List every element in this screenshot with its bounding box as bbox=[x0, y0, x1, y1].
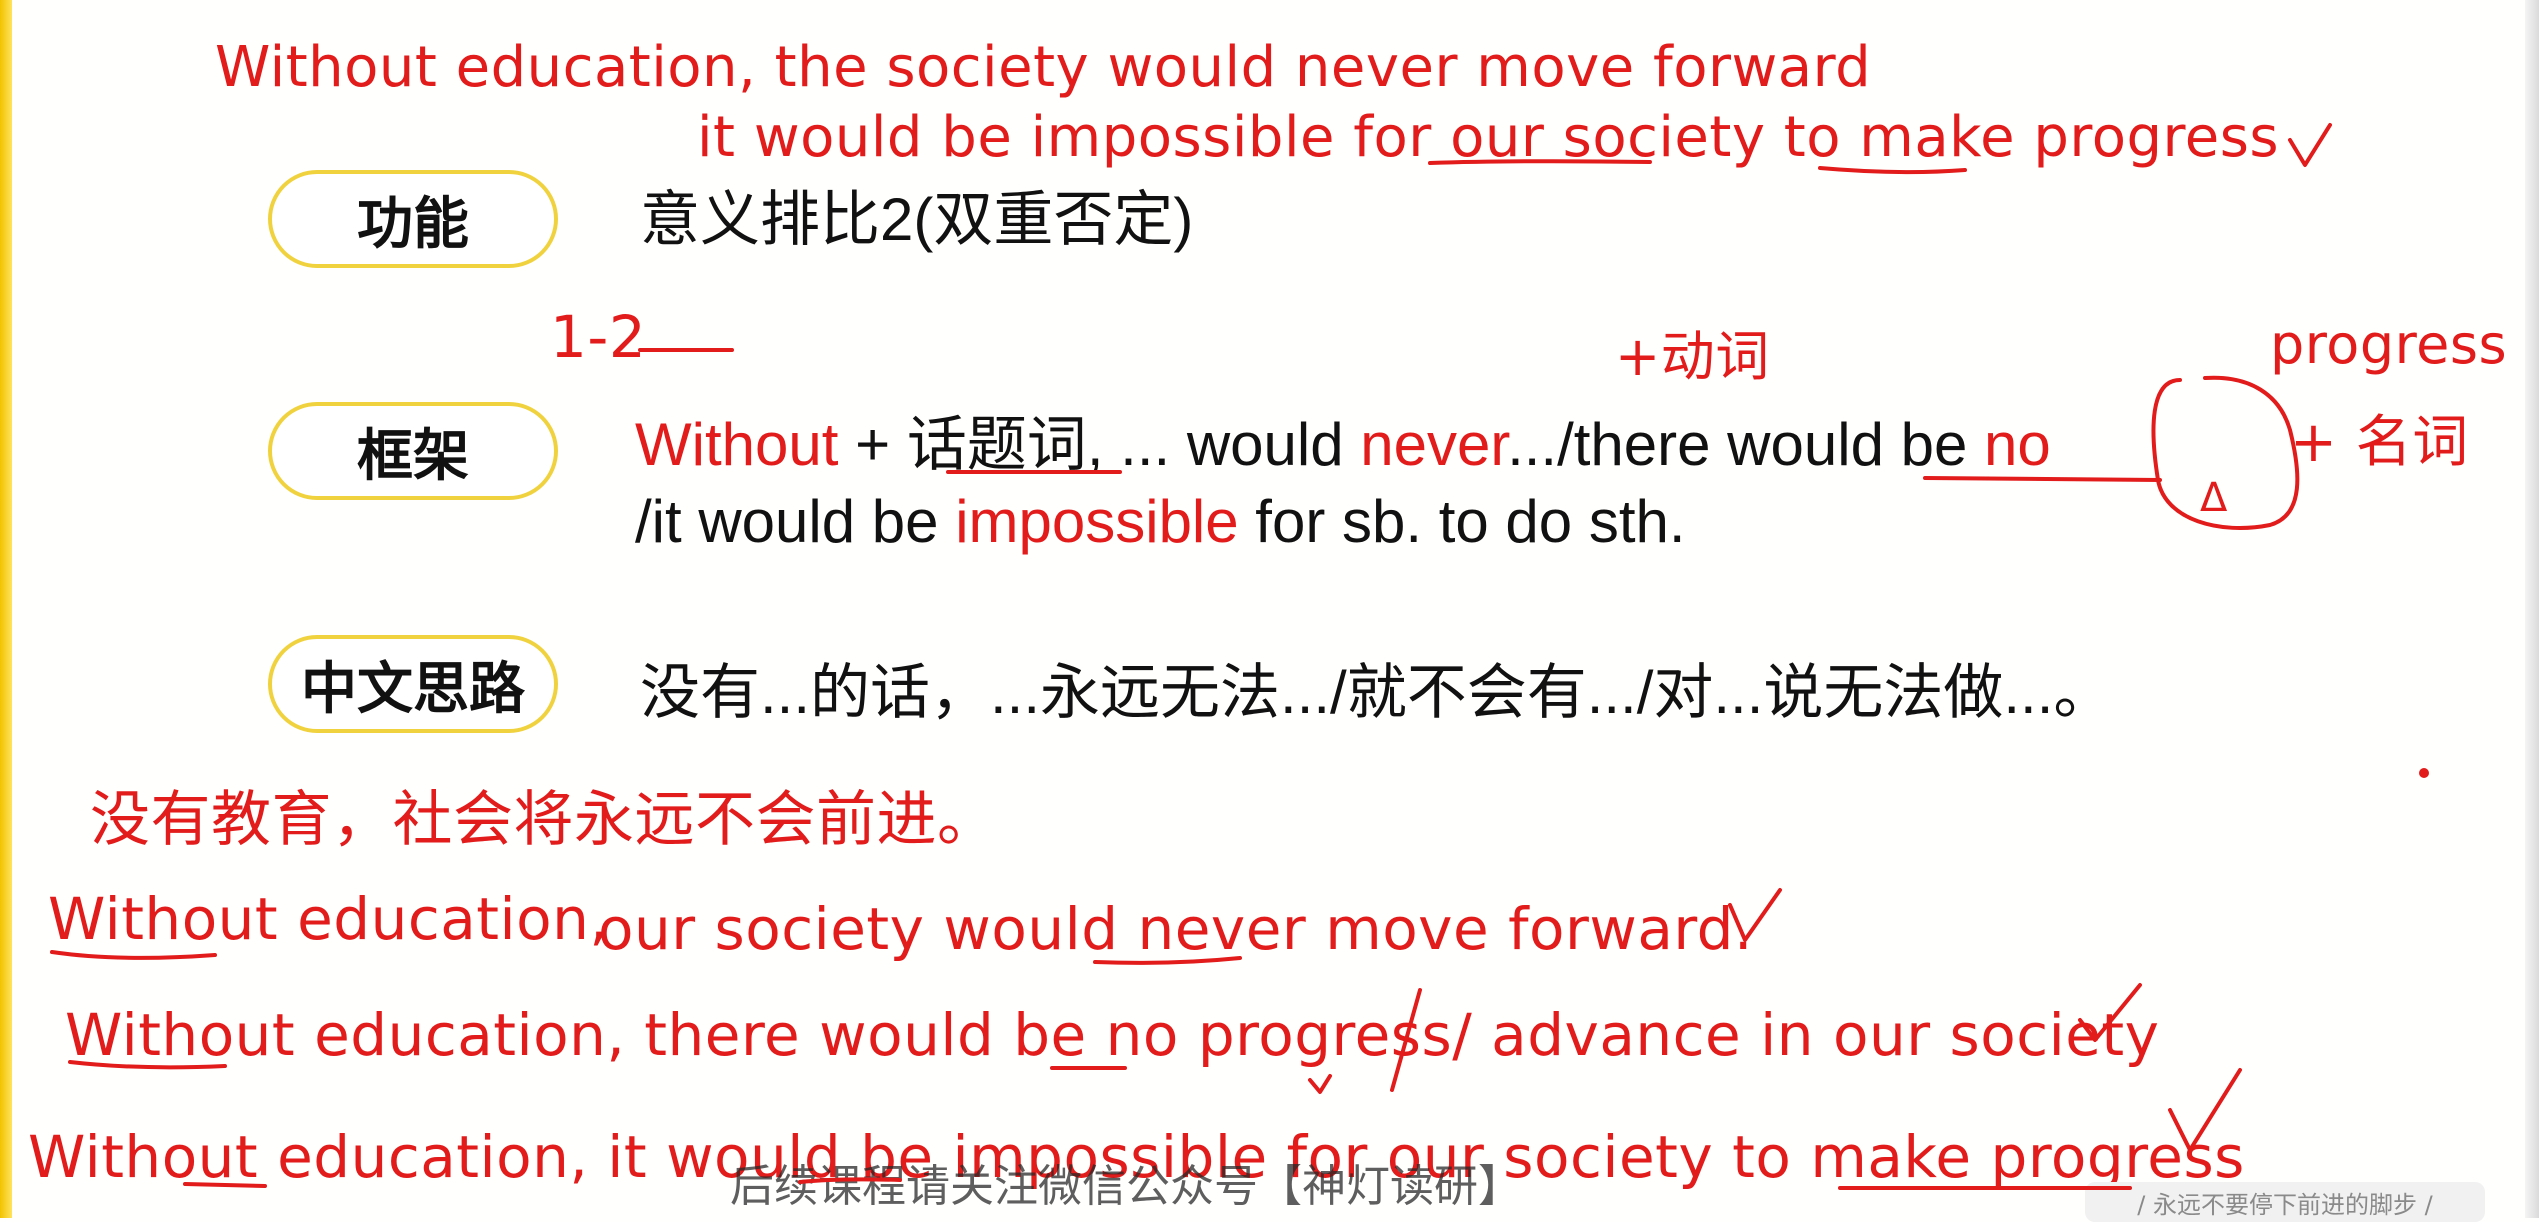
function-text: 意义排比2(双重否定) bbox=[640, 186, 1194, 253]
frame-plus: + bbox=[838, 411, 907, 478]
label-pill-frame: 框架 bbox=[268, 402, 558, 500]
footer-slogan: / 永远不要停下前进的脚步 / bbox=[2085, 1182, 2485, 1222]
label-frame: 框架 bbox=[357, 423, 469, 489]
label-idea: 中文思路 bbox=[301, 656, 525, 722]
label-function: 功能 bbox=[357, 191, 469, 257]
frame-never: never bbox=[1360, 411, 1508, 478]
annotation-plus-verb: +动词 bbox=[1615, 325, 1770, 388]
label-pill-function: 功能 bbox=[268, 170, 558, 268]
ink-dot bbox=[2419, 768, 2429, 778]
frame-mid: , ... would bbox=[1086, 411, 1361, 478]
underline-would-be bbox=[1923, 476, 2162, 482]
frame-impossible: impossible bbox=[955, 488, 1239, 555]
small-v-mark bbox=[1308, 1074, 1332, 1094]
frame-without: Without bbox=[635, 411, 839, 478]
annotation-top-line1: Without education, the society would nev… bbox=[215, 35, 1872, 100]
frame-l2-pre: /it would be bbox=[635, 488, 956, 555]
annotation-cn-sentence: 没有教育，社会将永远不会前进。 bbox=[90, 785, 998, 855]
frame-topic-word: 话题词 bbox=[906, 411, 1087, 478]
frame-line-2: /it would be impossible for sb. to do st… bbox=[635, 492, 1686, 552]
frame-line-1: Without + 话题词, ... would never.../there … bbox=[635, 415, 2051, 475]
footer-slogan-text: / 永远不要停下前进的脚步 / bbox=[2137, 1190, 2433, 1219]
annotation-plus-noun: + 名词 bbox=[2290, 410, 2469, 475]
right-frame-bar bbox=[2525, 0, 2539, 1218]
watermark-text: 后续课程请关注微信公众号【神灯读研】 bbox=[730, 1161, 1522, 1212]
example-2: Without education, there would be no pro… bbox=[65, 1001, 2160, 1069]
frame-no: no bbox=[1984, 411, 2051, 478]
annotation-progress: progress bbox=[2270, 313, 2508, 376]
idea-text: 没有...的话，...永远无法.../就不会有.../对...说无法做...。 bbox=[640, 659, 2114, 726]
label-pill-idea: 中文思路 bbox=[268, 635, 558, 733]
example-1-part1: Without education, bbox=[48, 885, 609, 953]
example-1-part2: our society would never move forward. bbox=[598, 895, 1753, 963]
annotation-triangle: Δ bbox=[2200, 475, 2228, 521]
annotation-one-two: 1-2 bbox=[550, 303, 647, 371]
checkmark-icon bbox=[2288, 123, 2332, 167]
frame-rest: .../there would be bbox=[1507, 411, 1985, 478]
left-frame-bar bbox=[0, 0, 12, 1218]
annotation-top-line2: it would be impossible for our society t… bbox=[697, 105, 2280, 170]
frame-l2-post: for sb. to do sth. bbox=[1238, 488, 1686, 555]
